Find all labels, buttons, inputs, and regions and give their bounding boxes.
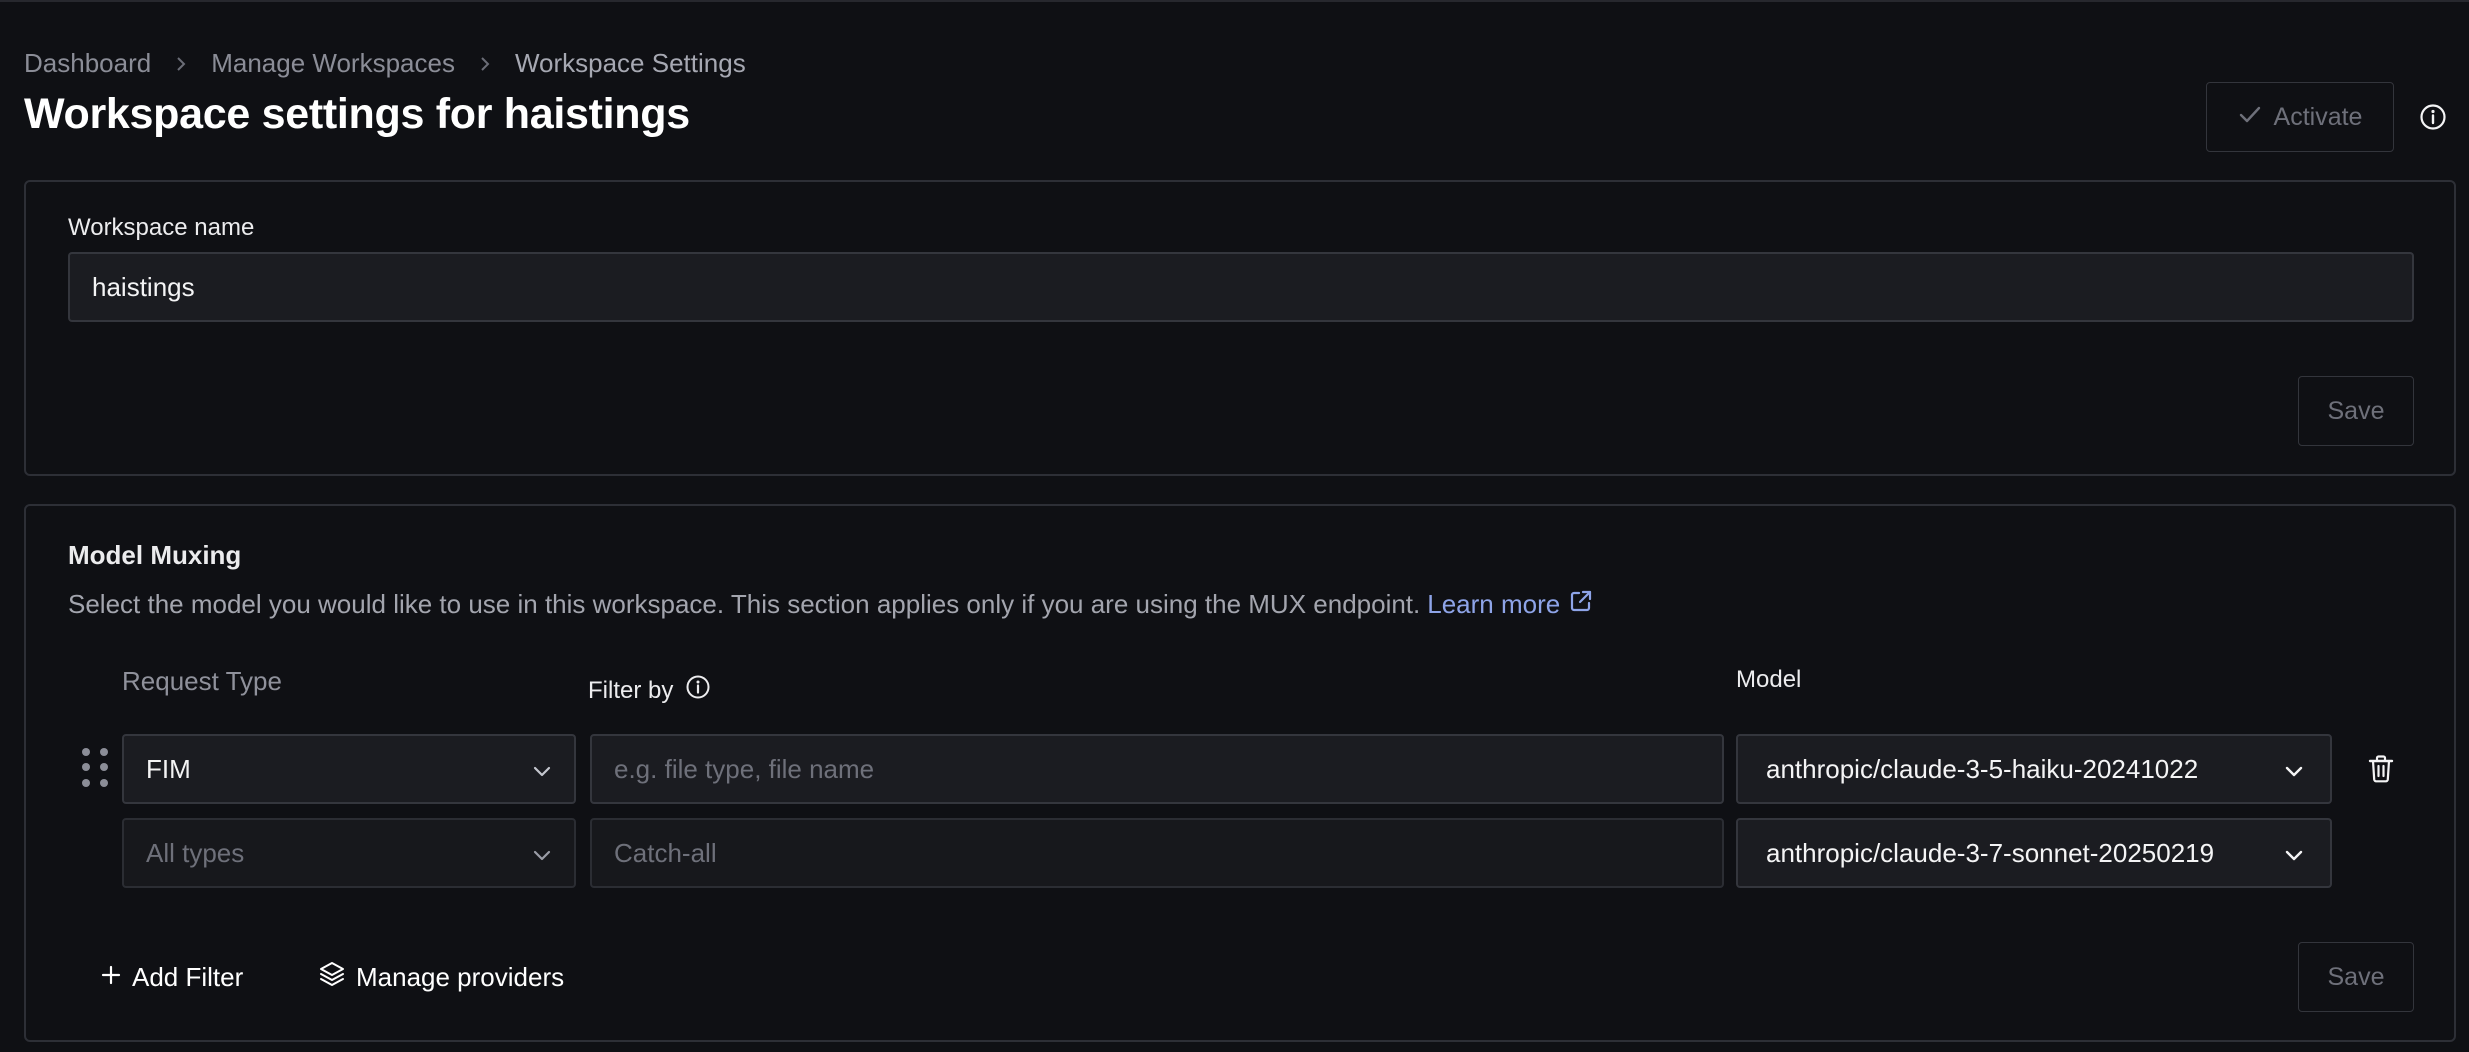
info-icon[interactable] [2418, 102, 2448, 132]
info-icon[interactable] [685, 674, 711, 707]
activate-label: Activate [2273, 102, 2363, 131]
filter-by-label: Filter by [588, 676, 674, 704]
check-icon [2238, 103, 2262, 132]
filter-input [590, 818, 1724, 888]
learn-more-link[interactable]: Learn more [1427, 588, 1594, 621]
workspace-name-save-button[interactable]: Save [2298, 376, 2414, 446]
external-link-icon [1568, 588, 1594, 621]
column-header-filter-by: Filter by [588, 674, 711, 707]
breadcrumb-manage-workspaces-link[interactable]: Manage Workspaces [211, 48, 455, 79]
add-filter-label: Add Filter [132, 961, 244, 992]
model-muxing-description: Select the model you would like to use i… [68, 588, 1594, 621]
model-select[interactable]: anthropic/claude-3-5-haiku-20241022 [1736, 734, 2332, 804]
workspace-name-label: Workspace name [68, 214, 255, 241]
workspace-name-input[interactable] [68, 252, 2414, 322]
delete-row-trash-icon[interactable] [2364, 752, 2398, 786]
model-muxing-card: Model Muxing Select the model you would … [24, 504, 2456, 1042]
request-type-select[interactable]: FIM [122, 734, 576, 804]
model-muxing-save-button[interactable]: Save [2298, 942, 2414, 1012]
chevron-right-icon [479, 55, 491, 73]
chevron-right-icon [175, 55, 187, 73]
model-value: anthropic/claude-3-7-sonnet-20250219 [1766, 837, 2215, 868]
chevron-down-icon [2284, 838, 2304, 869]
column-header-request-type: Request Type [122, 666, 282, 696]
model-select[interactable]: anthropic/claude-3-7-sonnet-20250219 [1736, 818, 2332, 888]
request-type-value: All types [146, 837, 245, 868]
request-type-select: All types [122, 818, 576, 888]
chevron-down-icon [532, 754, 552, 785]
workspace-name-card: Workspace name Save [24, 180, 2456, 476]
manage-providers-button[interactable]: Manage providers [318, 942, 564, 1012]
chevron-down-icon [532, 838, 552, 869]
filter-input[interactable] [590, 734, 1724, 804]
activate-button[interactable]: Activate [2206, 82, 2394, 152]
column-header-model: Model [1736, 666, 1802, 693]
breadcrumb-dashboard-link[interactable]: Dashboard [24, 48, 151, 79]
breadcrumb: Dashboard Manage Workspaces Workspace Se… [24, 48, 746, 79]
description-text: Select the model you would like to use i… [68, 589, 1421, 619]
drag-handle-icon[interactable] [82, 748, 108, 788]
request-type-value: FIM [146, 753, 191, 784]
plus-icon [100, 962, 122, 993]
learn-more-label: Learn more [1427, 589, 1561, 619]
model-value: anthropic/claude-3-5-haiku-20241022 [1766, 753, 2199, 784]
manage-providers-label: Manage providers [356, 961, 565, 992]
chevron-down-icon [2284, 754, 2304, 785]
page-title: Workspace settings for haistings [24, 90, 690, 138]
add-filter-button[interactable]: Add Filter [100, 942, 243, 1012]
layers-icon [318, 960, 346, 995]
breadcrumb-current-page: Workspace Settings [514, 48, 746, 78]
model-muxing-title: Model Muxing [68, 540, 242, 570]
